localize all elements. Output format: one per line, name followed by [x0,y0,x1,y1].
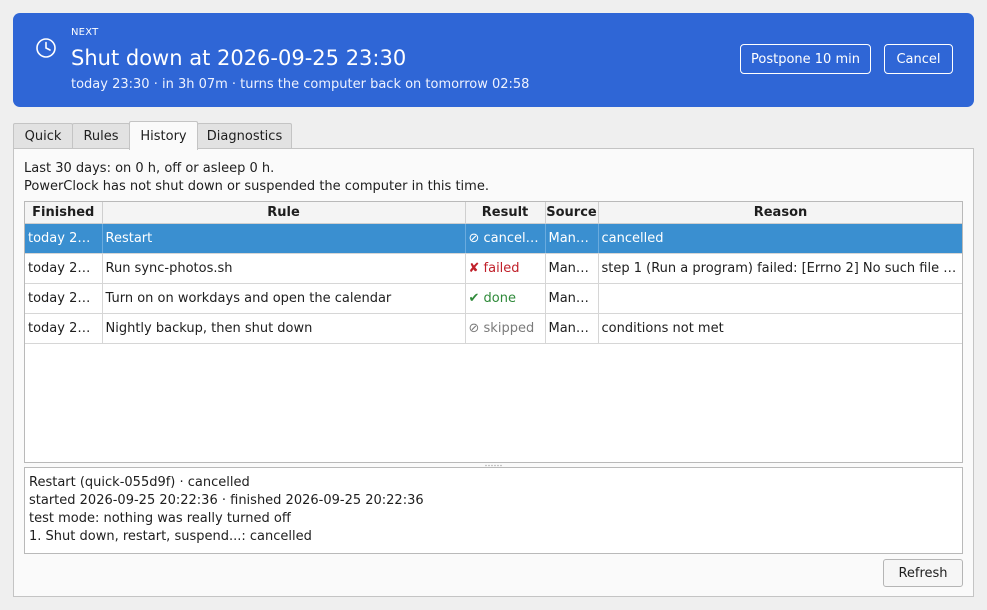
banner-eyebrow: NEXT [71,27,99,38]
cell-source: Manual [545,283,599,314]
tab-history[interactable]: History [129,121,198,150]
cell-rule: Restart [102,223,466,254]
column-header-rule[interactable]: Rule [102,202,466,224]
column-header-reason[interactable]: Reason [598,202,962,224]
tab-diagnostics[interactable]: Diagnostics [197,123,292,149]
cell-rule: Nightly backup, then shut down [102,313,466,344]
clock-icon [36,38,56,58]
column-header-source[interactable]: Source [545,202,599,224]
detail-line: Restart (quick-055d9f) · cancelled [29,475,250,490]
tab-quick[interactable]: Quick [13,123,73,149]
cell-finished: today 20:22 [25,283,103,314]
cell-finished: today 20:22 [25,253,103,284]
cell-rule: Run sync-photos.sh [102,253,466,284]
cell-reason: cancelled [598,223,962,254]
table-row[interactable]: today 20:22 Nightly backup, then shut do… [25,313,962,344]
table-row[interactable]: today 20:22 Turn on on workdays and open… [25,283,962,314]
cell-reason: step 1 (Run a program) failed: [Errno 2]… [598,253,962,284]
column-header-result[interactable]: Result [465,202,546,224]
cell-finished: today 20:22 [25,313,103,344]
cell-result: ⊘ skipped [465,313,546,344]
next-action-banner: NEXT Shut down at 2026-09-25 23:30 today… [13,13,974,107]
cell-rule: Turn on on workdays and open the calenda… [102,283,466,314]
postpone-button[interactable]: Postpone 10 min [740,44,871,74]
summary-note: PowerClock has not shut down or suspende… [24,179,489,194]
cell-reason: conditions not met [598,313,962,344]
cell-result: ⊘ cancelled [465,223,546,254]
cell-result: ✔ done [465,283,546,314]
cell-result: ✘ failed [465,253,546,284]
cell-source: Manual [545,313,599,344]
banner-subtitle: today 23:30 · in 3h 07m · turns the comp… [71,77,530,92]
table-row[interactable]: today 20:22 Run sync-photos.sh ✘ failed … [25,253,962,284]
cell-source: Manual [545,253,599,284]
cell-finished: today 20:22 [25,223,103,254]
banner-title: Shut down at 2026-09-25 23:30 [71,46,407,70]
table-row[interactable]: today 20:22 Restart ⊘ cancelled Manual c… [25,223,962,254]
column-header-finished[interactable]: Finished [25,202,103,224]
history-panel: Last 30 days: on 0 h, off or asleep 0 h.… [13,148,974,597]
cancel-button[interactable]: Cancel [884,44,953,74]
detail-line: test mode: nothing was really turned off [29,511,291,526]
run-details: Restart (quick-055d9f) · cancelled start… [24,467,963,554]
detail-line: 1. Shut down, restart, suspend...: cance… [29,529,312,544]
summary-usage: Last 30 days: on 0 h, off or asleep 0 h. [24,161,275,176]
history-table[interactable]: Finished Rule Result Source Reason today… [24,201,963,463]
tab-rules[interactable]: Rules [72,123,130,149]
detail-line: started 2026-09-25 20:22:36 · finished 2… [29,493,424,508]
cell-source: Manual [545,223,599,254]
history-summary: Last 30 days: on 0 h, off or asleep 0 h.… [24,160,489,196]
cell-reason [598,283,962,314]
refresh-button[interactable]: Refresh [883,559,963,587]
